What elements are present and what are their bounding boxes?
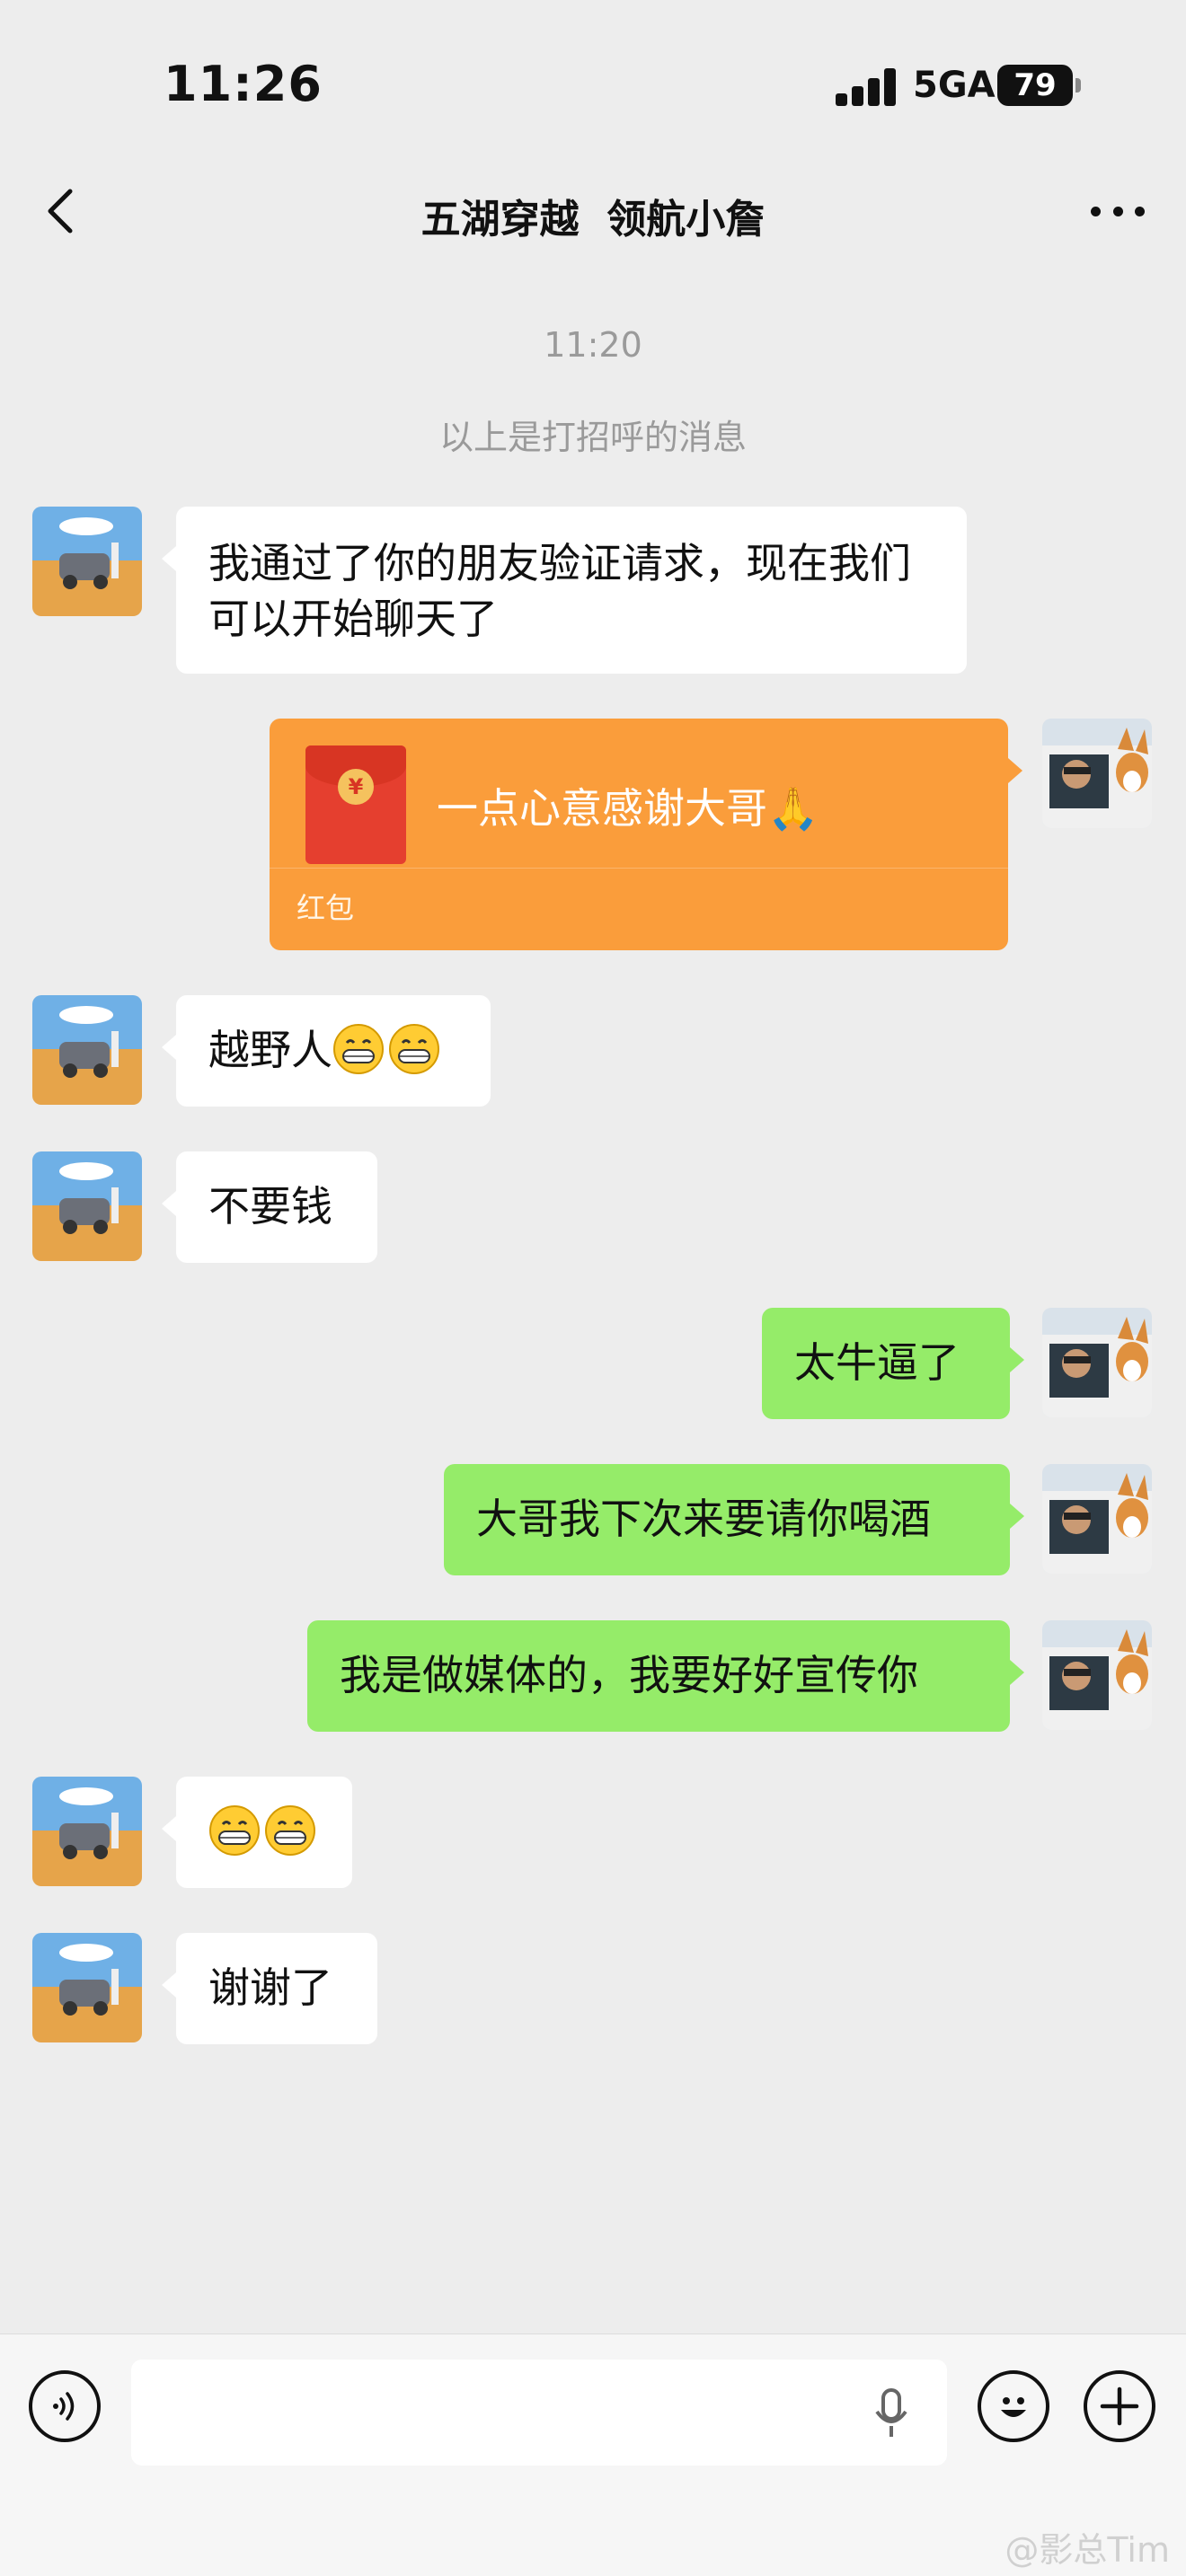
- watermark: @影总Tim: [1005, 2530, 1170, 2570]
- signal-icon: [836, 68, 897, 106]
- contact-avatar[interactable]: [32, 995, 142, 1105]
- message-text: 越野人: [208, 1026, 332, 1074]
- message-bubble[interactable]: 我通过了你的朋友验证请求，现在我们可以开始聊天了: [162, 507, 967, 674]
- red-packet-card[interactable]: ¥ 一点心意感谢大哥🙏 红包: [270, 719, 1022, 950]
- network-type: 5GA: [913, 65, 996, 106]
- status-bar: 11:26 5GA 79: [0, 0, 1186, 153]
- red-packet-message: 一点心意感谢大哥🙏: [437, 784, 819, 833]
- voice-icon: [53, 2392, 75, 2421]
- mic-icon[interactable]: [873, 2388, 909, 2439]
- add-button[interactable]: [1084, 2370, 1155, 2442]
- contact-avatar[interactable]: [32, 1777, 142, 1886]
- system-note: 以上是打招呼的消息: [438, 418, 747, 457]
- message-text: 我是做媒体的，我要好好宣传你: [340, 1651, 918, 1699]
- contact-avatar[interactable]: [32, 507, 142, 616]
- more-dots-icon[interactable]: [1091, 207, 1145, 219]
- emoji-icon: [1001, 2397, 1026, 2417]
- status-time: 11:26: [164, 56, 323, 112]
- divider: [270, 868, 1008, 869]
- message-bubble[interactable]: 大哥我下次来要请你喝酒: [444, 1464, 1024, 1575]
- grin-emoji-icon: [209, 1805, 260, 1856]
- plus-icon: [1100, 2386, 1139, 2426]
- my-avatar[interactable]: [1042, 719, 1152, 828]
- message-text: 不要钱: [208, 1182, 332, 1231]
- red-packet-label: 红包: [296, 891, 355, 925]
- grin-emoji-icon: [265, 1805, 315, 1856]
- message-bubble[interactable]: 太牛逼了: [762, 1308, 1024, 1419]
- message-bubble[interactable]: [162, 1777, 352, 1888]
- contact-avatar[interactable]: [32, 1933, 142, 2042]
- message-bubble[interactable]: 谢谢了: [162, 1933, 377, 2044]
- message-text: 我通过了你的朋友验证请求，现在我们可以开始聊天了: [208, 539, 911, 643]
- message-input[interactable]: [131, 2360, 947, 2466]
- message-text: 太牛逼了: [794, 1338, 960, 1387]
- message-text: 大哥我下次来要请你喝酒: [476, 1495, 931, 1543]
- contact-avatar[interactable]: [32, 1151, 142, 1261]
- my-avatar[interactable]: [1042, 1308, 1152, 1417]
- message-bubble[interactable]: 越野人: [162, 995, 491, 1107]
- message-bubble[interactable]: 不要钱: [162, 1151, 377, 1263]
- message-bubble[interactable]: 我是做媒体的，我要好好宣传你: [307, 1620, 1024, 1732]
- grin-emoji-icon: [389, 1024, 439, 1074]
- emoji-button[interactable]: [978, 2370, 1049, 2442]
- red-packet-icon: ¥: [305, 745, 406, 864]
- system-timestamp: 11:20: [544, 325, 642, 365]
- chat-title: 五湖穿越 领航小詹: [420, 197, 766, 243]
- grin-emoji-icon: [333, 1024, 384, 1074]
- message-text: 谢谢了: [208, 1963, 332, 2012]
- battery-indicator: 79: [997, 65, 1081, 106]
- my-avatar[interactable]: [1042, 1620, 1152, 1730]
- my-avatar[interactable]: [1042, 1464, 1152, 1574]
- voice-button[interactable]: [29, 2370, 101, 2442]
- chat-header: 五湖穿越 领航小詹: [0, 162, 1186, 260]
